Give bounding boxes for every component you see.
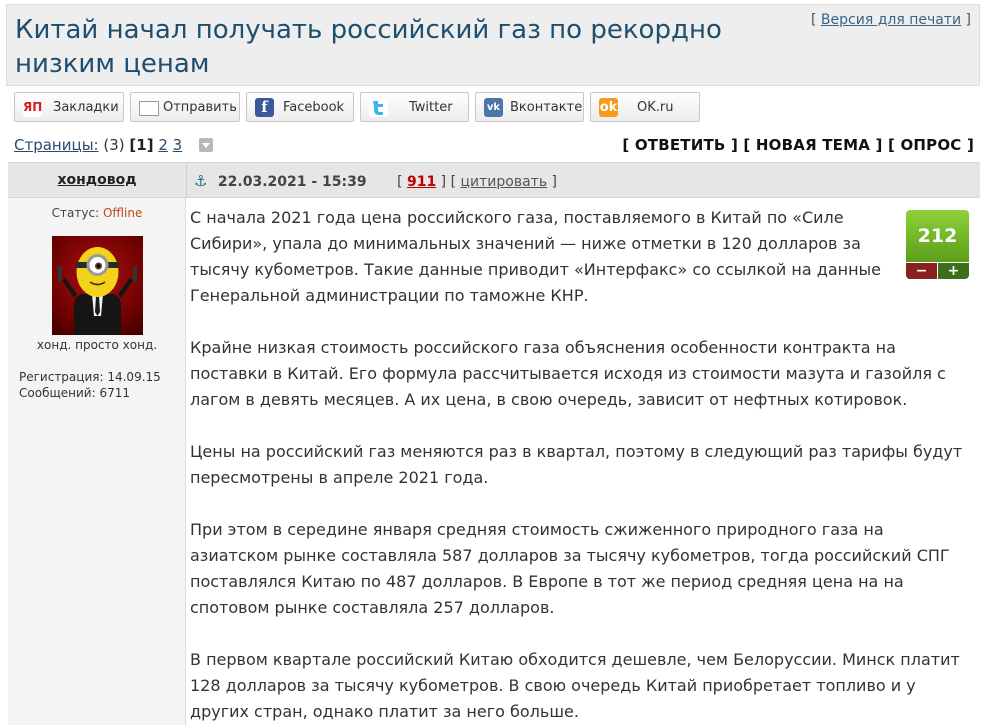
ok-label: OK.ru bbox=[637, 100, 674, 115]
registration-label: Регистрация: bbox=[19, 370, 104, 384]
post-paragraph: В первом квартале российский Китаю обход… bbox=[190, 650, 960, 721]
posts-label: Сообщений: bbox=[19, 386, 96, 400]
registration-row: Регистрация: 14.09.15 bbox=[19, 369, 161, 385]
page-link-3[interactable]: 3 bbox=[173, 136, 183, 154]
user-title: хонд. просто хонд. bbox=[36, 338, 158, 352]
facebook-label: Facebook bbox=[283, 100, 345, 115]
send-label: Отправить bbox=[163, 100, 237, 115]
forum-page: Китай начал получать российский газ по р… bbox=[0, 0, 986, 725]
vkontakte-button[interactable]: vk Вконтакте bbox=[475, 92, 584, 122]
facebook-icon: f bbox=[255, 98, 274, 117]
vkontakte-icon: vk bbox=[484, 98, 503, 117]
print-version: [ Версия для печати ] bbox=[811, 12, 971, 28]
post-rating: 212 − + bbox=[906, 210, 969, 279]
rating-plus-button[interactable]: + bbox=[938, 263, 969, 279]
status-label: Статус: bbox=[51, 206, 100, 220]
quote-link[interactable]: цитировать bbox=[461, 174, 548, 190]
topic-title: Китай начал получать российский газ по р… bbox=[15, 15, 722, 79]
post-header-divider bbox=[186, 163, 187, 197]
topic-actions: [ ОТВЕТИТЬ ] [ НОВАЯ ТЕМА ] [ ОПРОС ] bbox=[622, 136, 974, 154]
twitter-button[interactable]: Twitter bbox=[360, 92, 469, 122]
send-button[interactable]: Отправить bbox=[130, 92, 240, 122]
post-number-link[interactable]: 911 bbox=[407, 174, 436, 190]
post-paragraph: Цены на российский газ меняются раз в кв… bbox=[190, 442, 963, 487]
user-status: Статус: Offline bbox=[8, 206, 186, 220]
post-paragraph: С начала 2021 года цена российского газа… bbox=[190, 208, 882, 305]
bookmarks-label: Закладки bbox=[53, 100, 119, 115]
posts-row: Сообщений: 6711 bbox=[19, 385, 161, 401]
post-datetime: 22.03.2021 - 15:39 bbox=[217, 174, 367, 190]
post-paragraph: Крайне низкая стоимость российского газа… bbox=[190, 338, 946, 409]
twitter-label: Twitter bbox=[409, 100, 453, 115]
pages-dropdown-icon[interactable] bbox=[199, 138, 213, 152]
bookmarks-button[interactable]: ЯП Закладки bbox=[14, 92, 124, 122]
odnoklassniki-icon: ok bbox=[599, 98, 618, 117]
avatar bbox=[52, 236, 143, 335]
post-author[interactable]: хондовод bbox=[8, 172, 186, 188]
ok-button[interactable]: ok OK.ru bbox=[590, 92, 700, 122]
reply-button[interactable]: ОТВЕТИТЬ bbox=[635, 136, 726, 154]
user-stats: Регистрация: 14.09.15 Сообщений: 6711 bbox=[19, 369, 161, 401]
rating-minus-button[interactable]: − bbox=[906, 263, 937, 279]
pages-count: (3) bbox=[103, 136, 125, 154]
minion-avatar-image bbox=[58, 247, 137, 335]
vkontakte-label: Вконтакте bbox=[510, 100, 583, 115]
twitter-icon bbox=[369, 98, 388, 117]
anchor-icon[interactable]: ⚓ bbox=[194, 172, 207, 190]
post-paragraph: При этом в середине января средняя стоим… bbox=[190, 520, 950, 617]
user-info-panel: Статус: Offline хонд. просто хонд. Регис… bbox=[8, 198, 186, 725]
new-topic-button[interactable]: НОВАЯ ТЕМА bbox=[756, 136, 870, 154]
registration-date: 14.09.15 bbox=[107, 370, 161, 384]
pagination: Страницы: (3) [1] 2 3 bbox=[14, 136, 213, 154]
page-link-2[interactable]: 2 bbox=[158, 136, 168, 154]
post-body: С начала 2021 года цена российского газа… bbox=[190, 205, 976, 725]
mail-icon bbox=[139, 101, 159, 116]
topic-header: Китай начал получать российский газ по р… bbox=[6, 4, 980, 86]
posts-count: 6711 bbox=[99, 386, 131, 400]
print-version-link[interactable]: Версия для печати bbox=[821, 12, 961, 28]
post-meta: ⚓ 22.03.2021 - 15:39 [ 911 ] [ цитироват… bbox=[194, 172, 557, 190]
page-current: [1] bbox=[129, 136, 154, 154]
rating-score: 212 bbox=[906, 210, 969, 262]
pages-label[interactable]: Страницы: bbox=[14, 136, 99, 154]
status-value: Offline bbox=[102, 206, 143, 220]
facebook-button[interactable]: f Facebook bbox=[246, 92, 354, 122]
yandex-bookmarks-icon: ЯП bbox=[23, 98, 42, 117]
post-header: хондовод ⚓ 22.03.2021 - 15:39 [ 911 ] [ … bbox=[8, 162, 980, 198]
poll-button[interactable]: ОПРОС bbox=[900, 136, 961, 154]
